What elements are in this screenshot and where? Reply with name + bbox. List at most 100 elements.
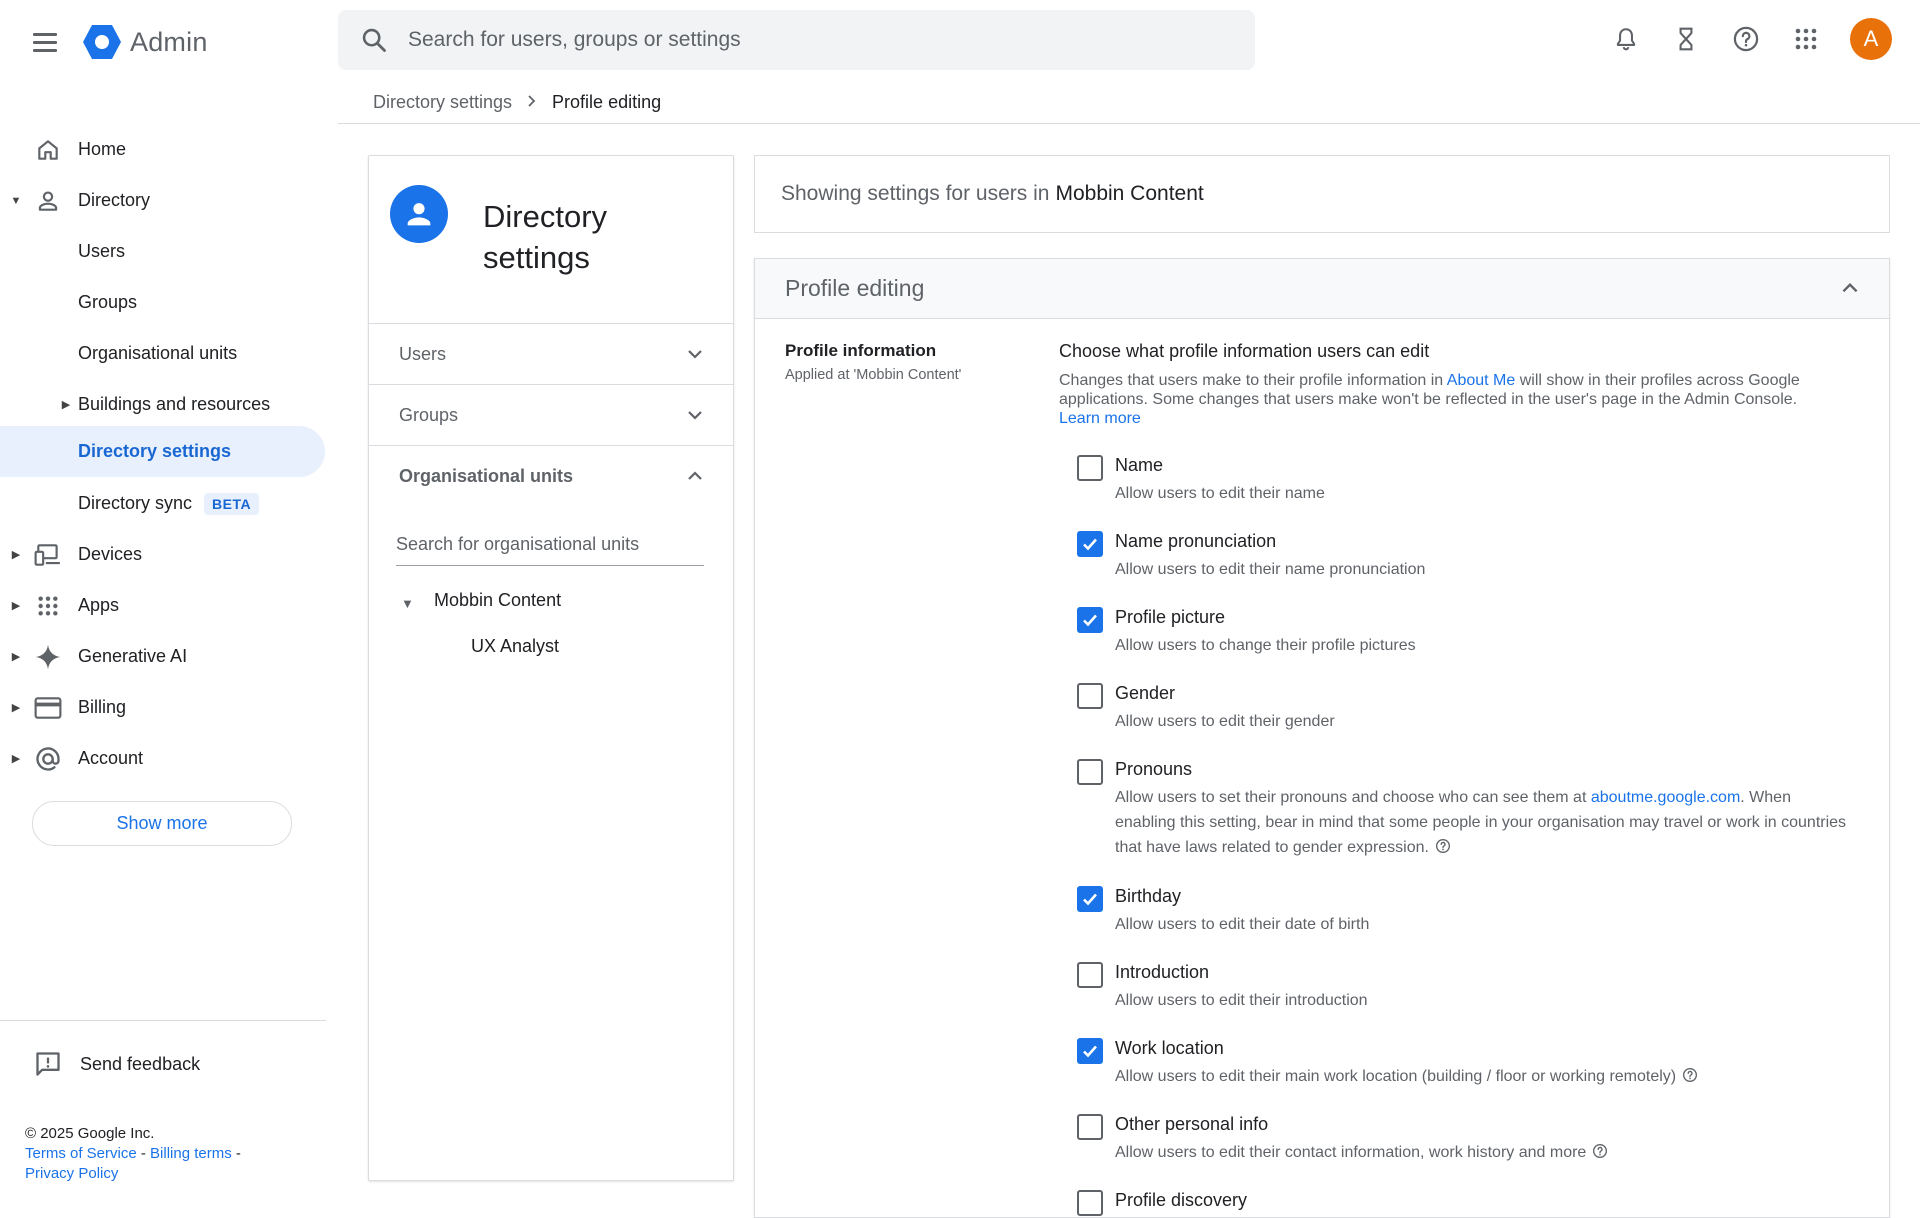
breadcrumb-directory-settings[interactable]: Directory settings <box>373 92 512 113</box>
option-label[interactable]: Introduction <box>1115 962 1209 983</box>
option-label[interactable]: Birthday <box>1115 886 1181 907</box>
card-header: Directory settings <box>369 156 733 324</box>
option-description: Allow users to change their profile pict… <box>1115 633 1855 658</box>
ou-tree-item-child[interactable]: UX Analyst <box>471 636 559 657</box>
option-description: Allow users to edit their main work loca… <box>1115 1064 1855 1091</box>
sidebar-item-devices[interactable]: ▶ Devices <box>0 529 326 580</box>
sidebar-item-label: Generative AI <box>78 646 188 666</box>
search-input[interactable] <box>408 28 1208 52</box>
section-label: Users <box>399 343 447 364</box>
learn-more-link[interactable]: Learn more <box>1059 410 1141 427</box>
gender-checkbox[interactable] <box>1077 683 1103 709</box>
chevron-up-icon[interactable] <box>1839 277 1861 299</box>
pronouns-checkbox[interactable] <box>1077 759 1103 785</box>
about-me-link[interactable]: About Me <box>1447 372 1515 389</box>
sidebar-item-groups[interactable]: Groups <box>0 277 326 328</box>
apps-grid-icon[interactable] <box>1786 19 1826 59</box>
footer-links: Terms of Service - Billing terms - <box>25 1145 241 1162</box>
sparkle-icon <box>34 643 62 671</box>
section-users[interactable]: Users <box>369 324 733 385</box>
copyright-text: © 2025 Google Inc. <box>25 1125 155 1142</box>
apps-grid-icon <box>34 592 62 620</box>
aboutme-link[interactable]: aboutme.google.com <box>1591 789 1740 806</box>
sidebar-item-billing[interactable]: ▶ Billing <box>0 682 326 733</box>
ou-search-input[interactable] <box>396 524 704 555</box>
ou-tree-item-root[interactable]: Mobbin Content <box>434 590 561 611</box>
sidebar-divider <box>0 1020 326 1021</box>
show-more-button[interactable]: Show more <box>32 801 292 846</box>
section-label: Organisational units <box>399 466 574 486</box>
billing-terms-link[interactable]: Billing terms <box>150 1145 232 1162</box>
sidebar-footer: © 2025 Google Inc. Terms of Service - Bi… <box>25 1124 241 1184</box>
privacy-policy-link[interactable]: Privacy Policy <box>25 1165 118 1182</box>
work-location-checkbox[interactable] <box>1077 1038 1103 1064</box>
name-pronunciation-checkbox[interactable] <box>1077 531 1103 557</box>
birthday-checkbox[interactable] <box>1077 886 1103 912</box>
sidebar-item-buildings-and-resources[interactable]: ▶ Buildings and resources <box>0 379 326 430</box>
section-organisational-units[interactable]: Organisational units <box>369 446 733 507</box>
sidebar-item-directory-settings[interactable]: Directory settings <box>0 426 325 477</box>
admin-logo[interactable]: Admin <box>82 24 208 60</box>
section-title: Profile information <box>785 341 937 360</box>
option-label[interactable]: Other personal info <box>1115 1114 1268 1135</box>
option-description: Allow users to edit their name <box>1115 481 1855 506</box>
sidebar-item-users[interactable]: Users <box>0 226 326 277</box>
search-icon[interactable] <box>360 26 388 54</box>
caret-down-icon[interactable]: ▼ <box>401 596 414 611</box>
caret-right-icon[interactable]: ▶ <box>10 548 22 561</box>
global-search[interactable] <box>338 10 1255 70</box>
sidebar-item-directory-sync[interactable]: Directory sync BETA <box>0 478 326 529</box>
option-description: Allow users to edit their gender <box>1115 709 1855 734</box>
send-feedback-button[interactable]: Send feedback <box>34 1050 200 1078</box>
help-icon[interactable] <box>1592 1142 1608 1167</box>
chevron-down-icon[interactable] <box>685 344 705 364</box>
hourglass-icon[interactable] <box>1666 19 1706 59</box>
other-personal-info-checkbox[interactable] <box>1077 1114 1103 1140</box>
sidebar-item-label: Directory <box>78 190 151 210</box>
option-label[interactable]: Pronouns <box>1115 759 1192 780</box>
caret-down-icon[interactable]: ▼ <box>10 195 22 207</box>
checkmark-icon <box>1083 1045 1097 1058</box>
sidebar-item-organisational-units[interactable]: Organisational units <box>0 328 326 379</box>
profile-discovery-checkbox[interactable] <box>1077 1190 1103 1216</box>
ou-search-field[interactable] <box>396 524 704 566</box>
help-icon[interactable] <box>1682 1066 1698 1091</box>
main-menu-button[interactable] <box>28 25 62 59</box>
option-label[interactable]: Name <box>1115 455 1163 476</box>
profile-editing-panel: Profile editing Profile information Appl… <box>754 258 1890 1218</box>
section-groups[interactable]: Groups <box>369 385 733 446</box>
chevron-down-icon[interactable] <box>685 405 705 425</box>
caret-right-icon[interactable]: ▶ <box>10 650 22 663</box>
checkmark-icon <box>1083 893 1097 906</box>
notifications-icon[interactable] <box>1606 19 1646 59</box>
sidebar-item-apps[interactable]: ▶ Apps <box>0 580 326 631</box>
name-checkbox[interactable] <box>1077 455 1103 481</box>
setting-description: Changes that users make to their profile… <box>1059 371 1859 428</box>
caret-right-icon[interactable]: ▶ <box>10 701 22 714</box>
sidebar-item-directory[interactable]: ▼ Directory <box>0 175 326 226</box>
sidebar-item-label: Apps <box>78 595 120 615</box>
option-label[interactable]: Name pronunciation <box>1115 531 1276 552</box>
caret-right-icon[interactable]: ▶ <box>60 398 72 411</box>
option-label[interactable]: Gender <box>1115 683 1175 704</box>
panel-header[interactable]: Profile editing <box>755 259 1889 319</box>
option-label[interactable]: Profile discovery <box>1115 1190 1247 1211</box>
chevron-up-icon[interactable] <box>685 466 705 486</box>
user-avatar[interactable]: A <box>1850 18 1892 60</box>
sidebar-item-account[interactable]: ▶ Account <box>0 733 326 784</box>
help-icon[interactable] <box>1726 19 1766 59</box>
caret-right-icon[interactable]: ▶ <box>10 599 22 612</box>
caret-right-icon[interactable]: ▶ <box>10 752 22 765</box>
option-label[interactable]: Profile picture <box>1115 607 1225 628</box>
desc-text: Allow users to change their profile pict… <box>1115 637 1416 654</box>
desc-text: Allow users to edit their contact inform… <box>1115 1144 1587 1161</box>
desc-text: Allow users to edit their gender <box>1115 713 1335 730</box>
terms-of-service-link[interactable]: Terms of Service <box>25 1145 137 1162</box>
checkmark-icon <box>1083 614 1097 627</box>
sidebar-item-generative-ai[interactable]: ▶ Generative AI <box>0 631 326 682</box>
help-icon[interactable] <box>1435 837 1451 862</box>
option-label[interactable]: Work location <box>1115 1038 1224 1059</box>
profile-picture-checkbox[interactable] <box>1077 607 1103 633</box>
sidebar-item-home[interactable]: Home <box>0 124 326 175</box>
introduction-checkbox[interactable] <box>1077 962 1103 988</box>
